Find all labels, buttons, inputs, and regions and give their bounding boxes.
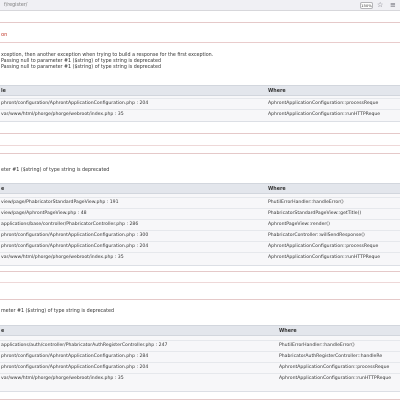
table-row: applications/auth/controller/Phabricator… (0, 340, 400, 348)
column-header-file: e (1, 329, 5, 334)
trace-where-cell: PhabricatorStandardPageView::getTitle() (268, 210, 362, 216)
table-row: view/page/PhabricatorStandardPageView.ph… (0, 197, 400, 205)
trace-file-cell: var/www/html/phorge/phorge/webroot/index… (1, 375, 124, 381)
trace-where-cell: AphrontApplicationConfiguration::process… (279, 364, 390, 370)
trace-where-cell: PhutilErrorHandler::handleError() (279, 342, 355, 348)
trace-where-cell: AphrontApplicationConfiguration::process… (268, 243, 379, 249)
column-header-where: Where (268, 89, 286, 94)
trace-where-cell: AphrontPageView::render() (268, 221, 330, 227)
trace-where-cell: AphrontApplicationConfiguration::runHTTP… (268, 254, 381, 260)
table-row: var/www/html/phorge/phorge/webroot/index… (0, 109, 400, 117)
table-row: phront/configuration/AphrontApplicationC… (0, 351, 400, 359)
table-row: applications/base/controller/Phabricator… (0, 219, 400, 227)
trace-file-cell: var/www/html/phorge/phorge/webroot/index… (1, 254, 124, 260)
column-header-where: Where (279, 329, 297, 334)
trace-file-cell: phront/configuration/AphrontApplicationC… (1, 232, 149, 238)
panel-1-message: Passing null to parameter #1 ($string) o… (1, 65, 162, 70)
trace-table-body: applications/auth/controller/Phabricator… (0, 336, 400, 392)
hamburger-menu-icon[interactable]: ≡ (390, 1, 396, 9)
trace-table-header: e Where (0, 325, 400, 336)
panel-3-message: meter #1 ($string) of type string is dep… (1, 309, 114, 314)
url-text[interactable]: f/register/ (4, 3, 27, 8)
trace-where-cell: AphrontApplicationConfiguration::process… (268, 100, 379, 106)
section-divider (0, 282, 400, 283)
trace-where-cell: PhabricatorAuthRegisterController::handl… (279, 353, 383, 359)
panel-1-title: on (1, 32, 8, 38)
trace-table-header: e Where (0, 183, 400, 194)
column-header-file: e (1, 187, 5, 192)
table-row: var/www/html/phorge/phorge/webroot/index… (0, 252, 400, 260)
trace-where-cell: AphrontApplicationConfiguration::runHTTP… (268, 111, 381, 117)
table-row: var/www/html/phorge/phorge/webroot/index… (0, 373, 400, 381)
star-icon[interactable]: ☆ (377, 1, 383, 9)
table-row: phront/configuration/AphrontApplicationC… (0, 362, 400, 370)
table-row: phront/configuration/AphrontApplicationC… (0, 230, 400, 238)
trace-table-body: phront/configuration/AphrontApplicationC… (0, 96, 400, 122)
table-row: view/page/AphrontPageView.php : 48 Phabr… (0, 208, 400, 216)
browser-url-bar[interactable]: f/register/ 150% ☆ ≡ (0, 0, 400, 11)
trace-file-cell: view/page/AphrontPageView.php : 48 (1, 210, 87, 216)
trace-file-cell: phront/configuration/AphrontApplicationC… (1, 100, 149, 106)
section-divider (0, 145, 400, 146)
trace-where-cell: PhutilErrorHandler::handleError() (268, 199, 344, 205)
zoom-level-badge[interactable]: 150% (360, 2, 373, 9)
table-row: phront/configuration/AphrontApplicationC… (0, 98, 400, 106)
trace-where-cell: PhabricatorController::willSendResponse(… (268, 232, 365, 238)
panel-1-header: on (0, 23, 400, 43)
trace-table-header: le Where (0, 85, 400, 96)
table-row: phront/configuration/AphrontApplicationC… (0, 241, 400, 249)
error-panel-2: eter #1 ($string) of type string is depr… (0, 153, 400, 272)
panel-2-message: eter #1 ($string) of type string is depr… (1, 168, 110, 173)
trace-file-cell: phront/configuration/AphrontApplicationC… (1, 364, 149, 370)
trace-file-cell: view/page/PhabricatorStandardPageView.ph… (1, 199, 119, 205)
column-header-file: le (1, 89, 6, 94)
trace-where-cell: AphrontApplicationConfiguration::runHTTP… (279, 375, 392, 381)
trace-file-cell: phront/configuration/AphrontApplicationC… (1, 353, 149, 359)
trace-file-cell: applications/base/controller/Phabricator… (1, 221, 139, 227)
column-header-where: Where (268, 187, 286, 192)
trace-file-cell: applications/auth/controller/Phabricator… (1, 342, 168, 348)
trace-table-body: view/page/PhabricatorStandardPageView.ph… (0, 194, 400, 266)
trace-file-cell: var/www/html/phorge/phorge/webroot/index… (1, 111, 124, 117)
error-panel-1: on xception, then another exception when… (0, 22, 400, 134)
error-panel-3: meter #1 ($string) of type string is dep… (0, 299, 400, 400)
trace-file-cell: phront/configuration/AphrontApplicationC… (1, 243, 149, 249)
